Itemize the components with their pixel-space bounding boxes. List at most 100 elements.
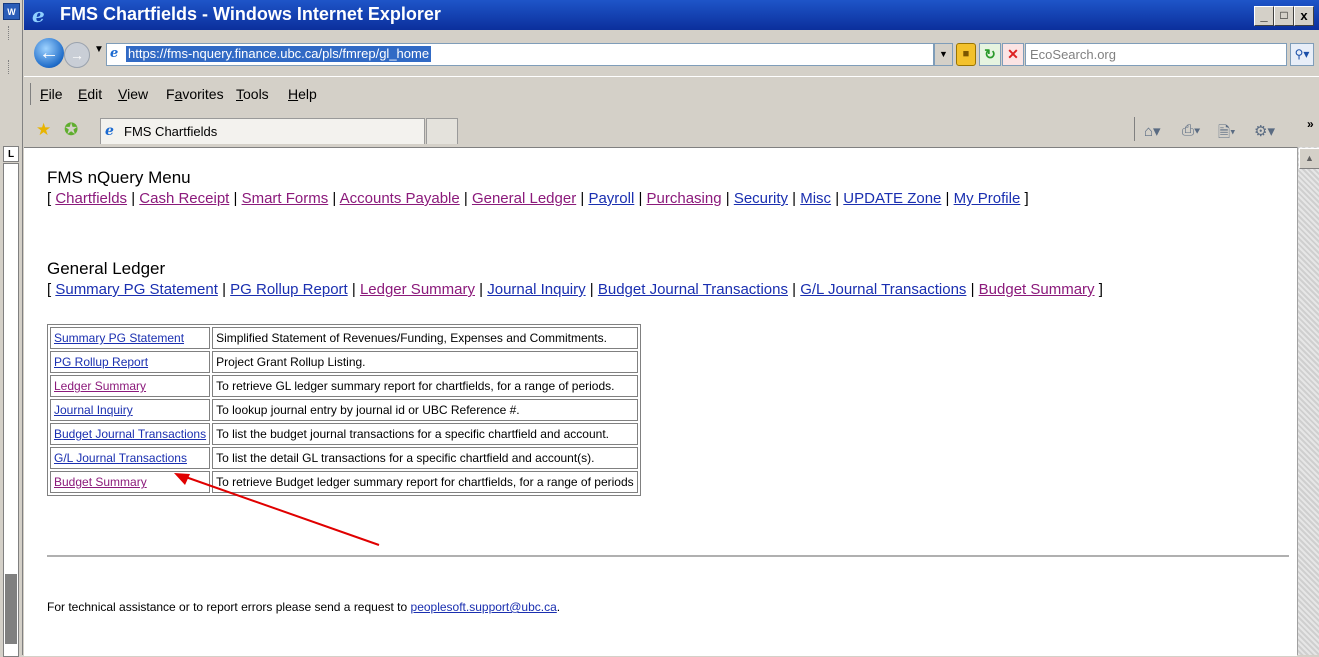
footer-text: For technical assistance or to report er…: [47, 600, 411, 614]
toolbar-grip: [8, 60, 11, 74]
page-vertical-scrollbar[interactable]: ▲: [1297, 147, 1319, 655]
add-favorite-icon[interactable]: ✪: [64, 121, 82, 139]
menu-edit[interactable]: Edit: [78, 86, 102, 102]
menu-file[interactable]: File: [40, 86, 63, 102]
report-link-cell: Ledger Summary: [50, 375, 211, 397]
report-link-budget-journal-transactions[interactable]: Budget Journal Transactions: [54, 427, 206, 441]
report-link-cell: Budget Journal Transactions: [50, 423, 211, 445]
favorites-star-icon[interactable]: ★: [36, 121, 54, 139]
menu-tools[interactable]: Tools: [236, 86, 269, 102]
nav-link-purchasing[interactable]: Purchasing: [647, 190, 722, 207]
gl-nav-link-ledger-summary[interactable]: Ledger Summary: [360, 281, 475, 298]
nav-link-general-ledger[interactable]: General Ledger: [472, 190, 576, 207]
nav-link-my-profile[interactable]: My Profile: [954, 190, 1021, 207]
gl-nav-link-pg-rollup-report[interactable]: PG Rollup Report: [230, 281, 348, 298]
nav-link-chartfields[interactable]: Chartfields: [55, 190, 127, 207]
search-input[interactable]: EcoSearch.org: [1025, 43, 1287, 66]
host-app-sidebar: W L: [0, 0, 23, 657]
page-content: FMS nQuery Menu [ Chartfields | Cash Rec…: [47, 168, 1297, 496]
title-bar: e FMS Chartfields - Windows Internet Exp…: [24, 0, 1319, 30]
table-row: PG Rollup Report Project Grant Rollup Lis…: [50, 351, 638, 373]
report-link-g-l-journal-transactions[interactable]: G/L Journal Transactions: [54, 451, 187, 465]
report-link-ledger-summary[interactable]: Ledger Summary: [54, 379, 146, 393]
refresh-icon[interactable]: ↻: [979, 43, 1001, 66]
nav-link-misc[interactable]: Misc: [800, 190, 831, 207]
tab-bar: ★ ✪ e FMS Chartfields ⌂▾ ⎙▾ 🗎▾ ⚙▾ »: [24, 111, 1319, 147]
new-tab-button[interactable]: [426, 118, 458, 144]
menu-bar: File Edit View Favorites Tools Help: [24, 76, 1319, 112]
nav-separator: |: [475, 281, 488, 298]
nav-separator: |: [229, 190, 242, 207]
nav-link-cash-receipt[interactable]: Cash Receipt: [139, 190, 229, 207]
gl-report-table: Summary PG Statement Simplified Statement…: [47, 324, 641, 496]
report-description: To list the detail GL transactions for a…: [212, 447, 638, 469]
report-description: To retrieve GL ledger summary report for…: [212, 375, 638, 397]
nav-separator: |: [459, 190, 472, 207]
support-email-link[interactable]: peoplesoft.support@ubc.ca: [411, 600, 557, 614]
report-link-summary-pg-statement[interactable]: Summary PG Statement: [54, 331, 184, 345]
page-viewport: FMS nQuery Menu [ Chartfields | Cash Rec…: [24, 147, 1297, 656]
ruler-tab-icon[interactable]: L: [3, 146, 19, 162]
report-link-journal-inquiry[interactable]: Journal Inquiry: [54, 403, 133, 417]
print-icon[interactable]: ⎙▾: [1182, 122, 1200, 139]
history-dropdown-icon[interactable]: ▼: [94, 44, 104, 55]
address-input[interactable]: e https://fms-nquery.finance.ubc.ca/pls/…: [106, 43, 934, 66]
table-row: Budget Journal Transactions To list the b…: [50, 423, 638, 445]
report-link-budget-summary[interactable]: Budget Summary: [54, 475, 147, 489]
nav-separator: |: [217, 281, 231, 298]
toolbar-grip: [8, 26, 11, 40]
forward-button-icon[interactable]: →: [64, 42, 90, 68]
stop-icon[interactable]: ✕: [1002, 43, 1024, 66]
menu-view[interactable]: View: [118, 86, 148, 102]
menu-favorites[interactable]: Favorites: [166, 86, 224, 102]
scroll-up-icon[interactable]: ▲: [1299, 148, 1319, 169]
ie-logo-icon: e: [32, 3, 45, 27]
maximize-button[interactable]: □: [1274, 6, 1294, 26]
nav-separator: |: [127, 190, 140, 207]
home-icon[interactable]: ⌂▾: [1144, 122, 1161, 140]
report-link-cell: G/L Journal Transactions: [50, 447, 211, 469]
close-button[interactable]: x: [1294, 6, 1314, 26]
page-menu-icon[interactable]: 🗎▾: [1218, 122, 1236, 147]
report-link-cell: PG Rollup Report: [50, 351, 211, 373]
nav-separator: |: [831, 190, 844, 207]
tab-fms-chartfields[interactable]: e FMS Chartfields: [100, 118, 425, 144]
minimize-button[interactable]: _: [1254, 6, 1274, 26]
scroll-thumb[interactable]: [5, 574, 17, 644]
report-link-cell: Summary PG Statement: [50, 327, 211, 349]
report-description: Simplified Statement of Revenues/Funding…: [212, 327, 638, 349]
nav-link-security[interactable]: Security: [734, 190, 788, 207]
menu-help[interactable]: Help: [288, 86, 317, 102]
gl-nav-link-summary-pg-statement[interactable]: Summary PG Statement: [55, 281, 218, 298]
page-favicon-icon: e: [105, 123, 114, 139]
gl-nav-link-g-l-journal-transactions[interactable]: G/L Journal Transactions: [800, 281, 966, 298]
search-placeholder: EcoSearch.org: [1030, 47, 1116, 62]
gl-nav-link-budget-journal-transactions[interactable]: Budget Journal Transactions: [598, 281, 788, 298]
nav-link-smart-forms[interactable]: Smart Forms: [242, 190, 329, 207]
report-description: To list the budget journal transactions …: [212, 423, 638, 445]
toolbar-separator: [1134, 117, 1135, 141]
host-vertical-scrollbar[interactable]: [3, 163, 19, 657]
nav-link-payroll[interactable]: Payroll: [588, 190, 634, 207]
chevron-more-icon[interactable]: »: [1307, 117, 1314, 131]
nav-link-accounts-payable[interactable]: Accounts Payable: [340, 190, 460, 207]
report-link-pg-rollup-report[interactable]: PG Rollup Report: [54, 355, 148, 369]
tools-gear-icon[interactable]: ⚙▾: [1254, 122, 1275, 140]
report-description: To retrieve Budget ledger summary report…: [212, 471, 638, 493]
report-description: To lookup journal entry by journal id or…: [212, 399, 638, 421]
url-text[interactable]: https://fms-nquery.finance.ubc.ca/pls/fm…: [126, 46, 432, 62]
divider: [47, 555, 1289, 557]
table-row: G/L Journal Transactions To list the deta…: [50, 447, 638, 469]
gl-nav-link-budget-summary[interactable]: Budget Summary: [979, 281, 1095, 298]
ie-window: e FMS Chartfields - Windows Internet Exp…: [24, 0, 1319, 656]
security-lock-icon[interactable]: ■: [956, 43, 976, 66]
nav-separator: |: [941, 190, 954, 207]
search-icon[interactable]: ⚲▾: [1290, 43, 1314, 66]
gl-nav-link-journal-inquiry[interactable]: Journal Inquiry: [487, 281, 585, 298]
nav-link-update-zone[interactable]: UPDATE Zone: [843, 190, 941, 207]
tab-label: FMS Chartfields: [124, 124, 218, 139]
menu-title: FMS nQuery Menu: [47, 168, 191, 187]
address-dropdown-icon[interactable]: ▼: [934, 43, 953, 66]
back-button-icon[interactable]: ←: [34, 38, 64, 68]
nav-separator: |: [585, 281, 598, 298]
